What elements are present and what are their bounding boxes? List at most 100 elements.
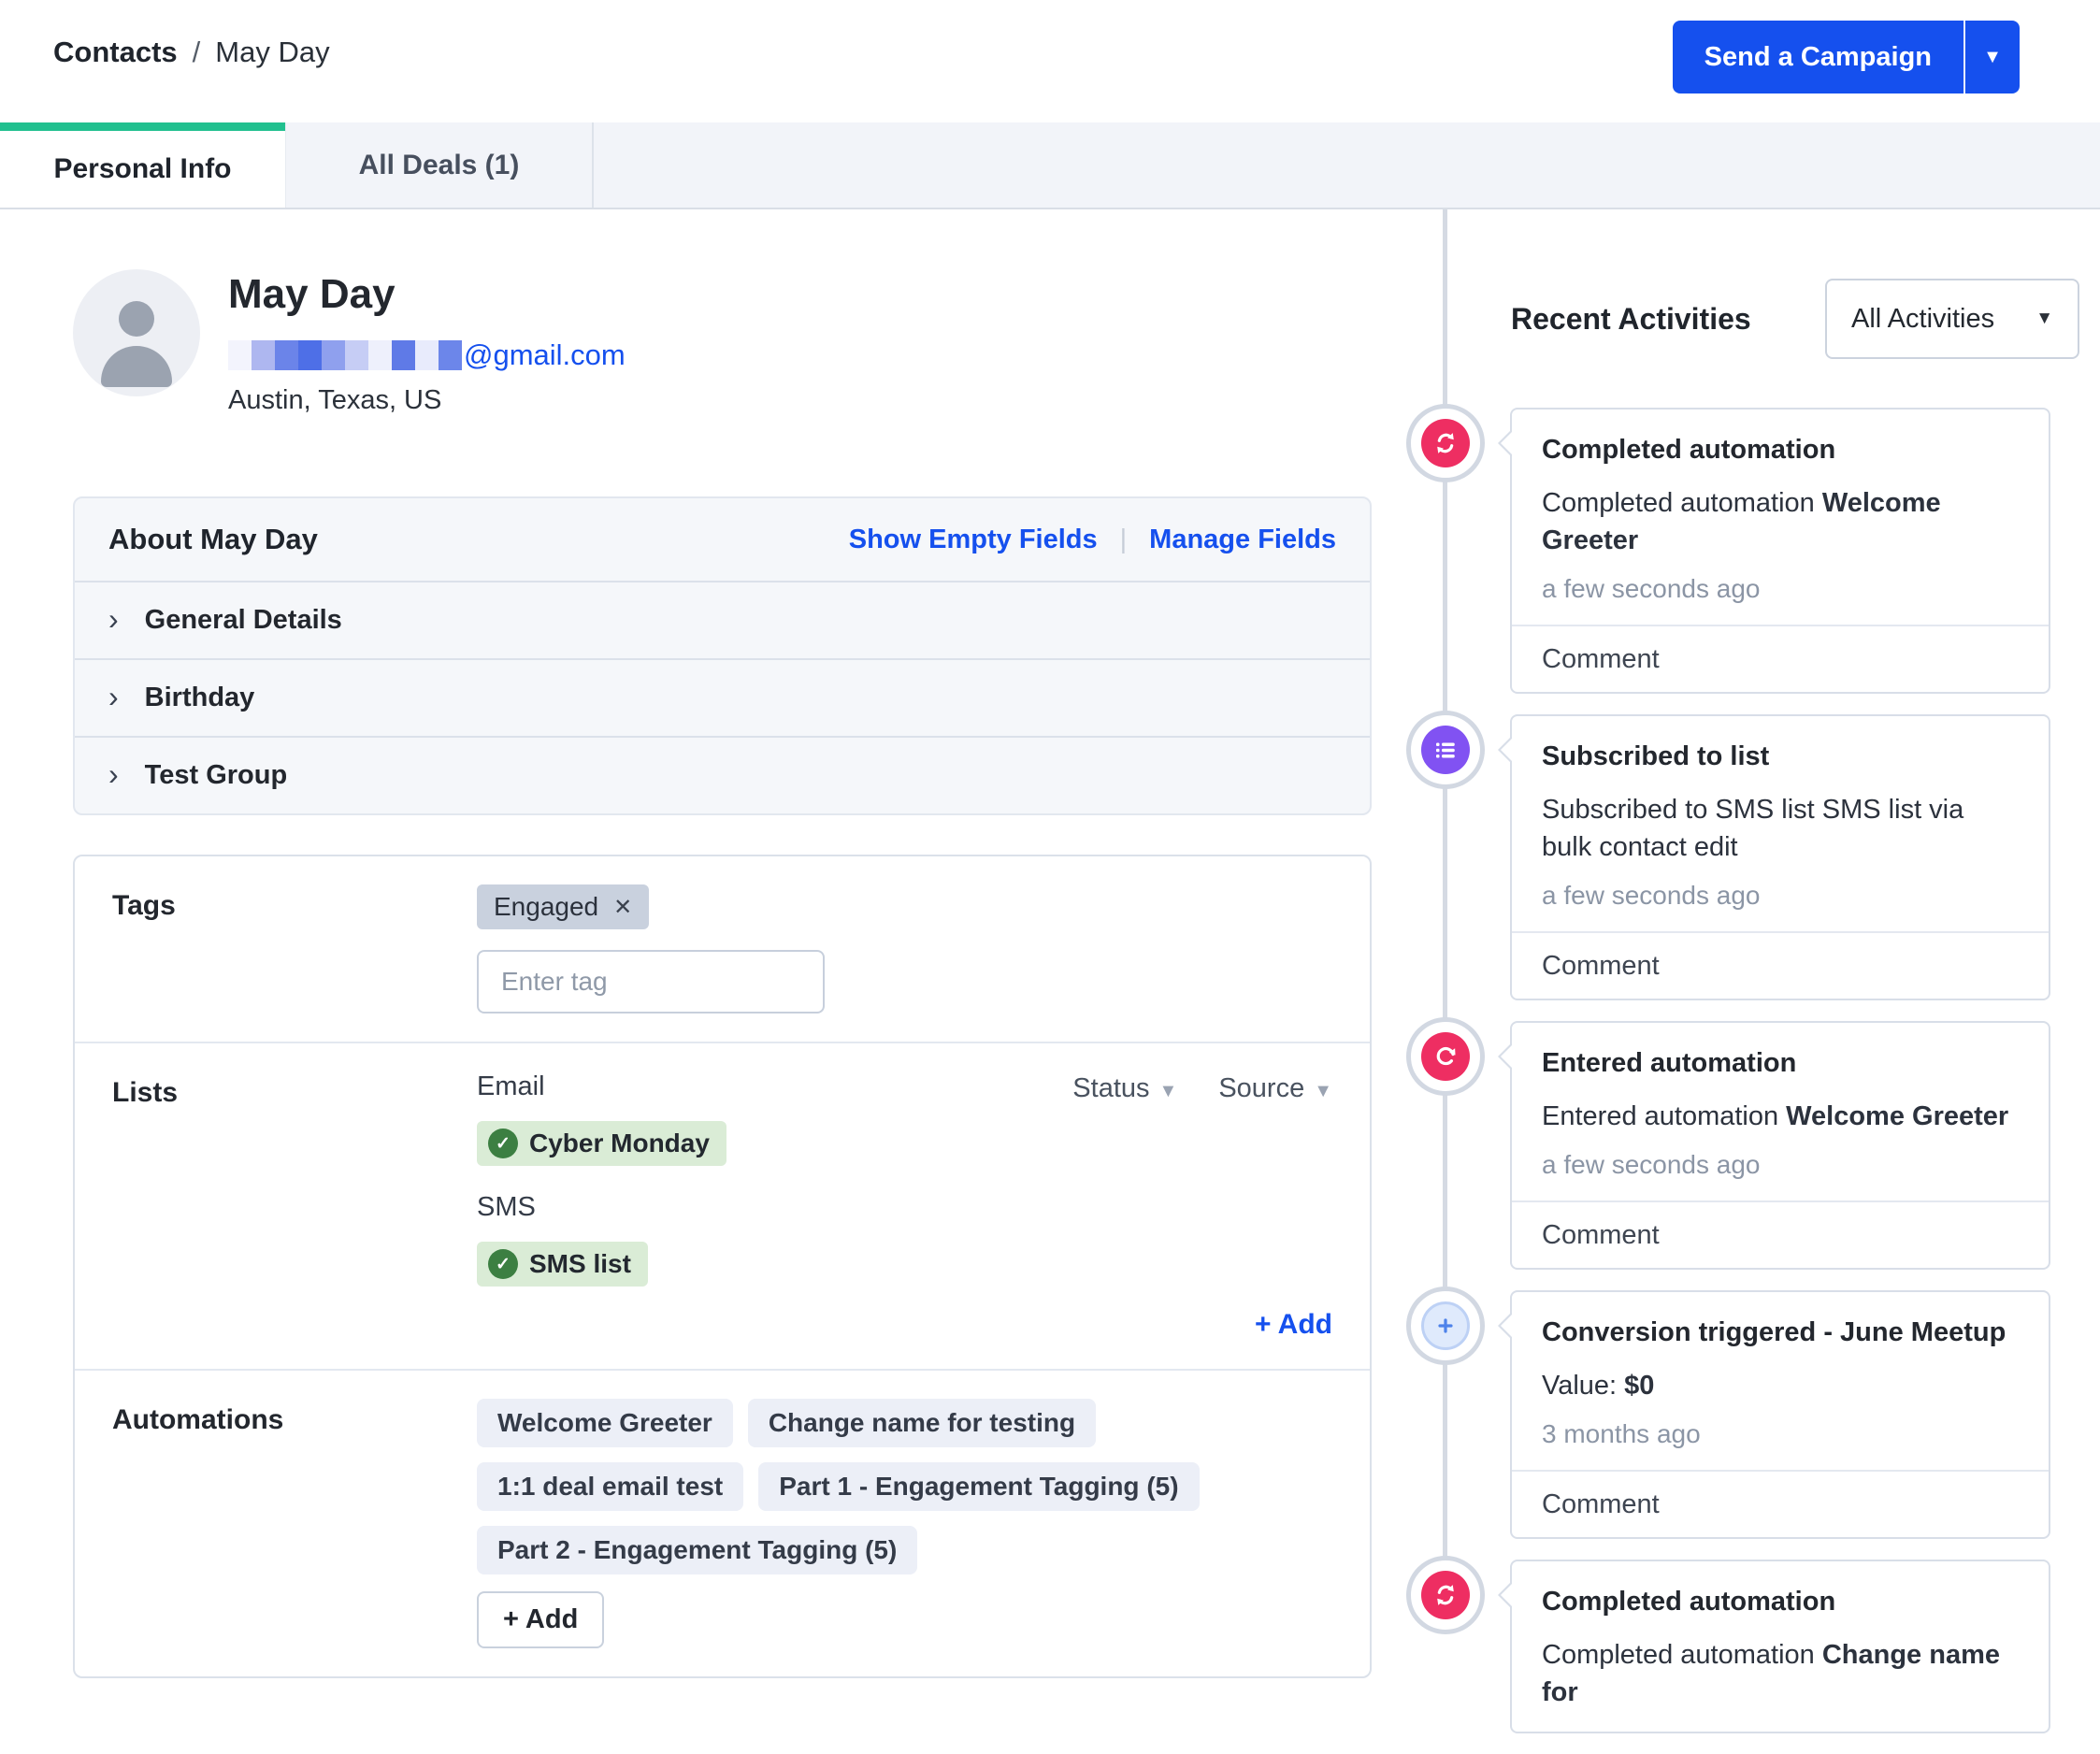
- chevron-right-icon: ›: [108, 759, 119, 789]
- about-card: About May Day Show Empty Fields | Manage…: [73, 496, 1372, 815]
- add-automation-button[interactable]: + Add: [477, 1591, 604, 1648]
- plus-icon: [1421, 1301, 1470, 1350]
- redaction-block: [439, 340, 462, 370]
- avatar: [73, 269, 200, 396]
- status-filter-dropdown[interactable]: Status▼: [1072, 1073, 1177, 1104]
- add-list-link[interactable]: + Add: [1255, 1309, 1332, 1340]
- content-area: May Day @gmail.com Austin, Texas, US Abo…: [0, 209, 2100, 1589]
- activity-icon-ring: [1406, 1556, 1485, 1634]
- activity-timestamp: a few seconds ago: [1542, 1150, 2019, 1180]
- card-notch: [1498, 1582, 1511, 1608]
- activity-item: Completed automation Completed automation…: [1406, 408, 2081, 694]
- activity-card: Completed automation Completed automation…: [1510, 408, 2050, 694]
- remove-tag-icon[interactable]: ✕: [613, 894, 632, 921]
- tab-personal-info[interactable]: Personal Info: [0, 122, 285, 208]
- source-filter-dropdown[interactable]: Source▼: [1218, 1073, 1332, 1104]
- list-badge-row: ✓Cyber Monday: [477, 1121, 1332, 1166]
- activity-item: Subscribed to list Subscribed to SMS list…: [1406, 714, 2081, 1000]
- lists-filters: Status▼ Source▼: [1072, 1073, 1332, 1104]
- tag-input[interactable]: [477, 950, 825, 1014]
- automation-chip[interactable]: Change name for testing: [748, 1399, 1096, 1447]
- comment-button[interactable]: Comment: [1512, 1470, 2049, 1537]
- list-badge-label: SMS list: [529, 1249, 631, 1279]
- automation-chip[interactable]: Part 2 - Engagement Tagging (5): [477, 1526, 917, 1574]
- list-channel-label: SMS: [477, 1192, 1332, 1223]
- activity-description: Subscribed to SMS list SMS list via bulk…: [1542, 791, 2019, 866]
- page-header: Contacts / May Day Send a Campaign ▼: [0, 0, 2100, 122]
- about-section-label: General Details: [145, 605, 342, 636]
- about-section-label: Test Group: [145, 760, 288, 791]
- card-notch: [1498, 1043, 1511, 1070]
- redaction-block: [345, 340, 368, 370]
- manage-fields-link[interactable]: Manage Fields: [1149, 525, 1336, 555]
- about-section-test-group[interactable]: › Test Group: [75, 736, 1370, 813]
- tag-chip[interactable]: Engaged ✕: [477, 884, 649, 929]
- tags-row: Tags Engaged ✕: [75, 856, 1370, 1042]
- activity-timestamp: 3 months ago: [1542, 1419, 2019, 1449]
- activity-icon-ring: [1406, 404, 1485, 482]
- lists-row: Lists Status▼ Source▼ Email✓Cyber Monday…: [75, 1042, 1370, 1369]
- activity-description: Entered automation Welcome Greeter: [1542, 1098, 2019, 1135]
- redacted-email-blur: [228, 340, 462, 370]
- comment-button[interactable]: Comment: [1512, 1200, 2049, 1268]
- send-campaign-button[interactable]: Send a Campaign: [1673, 21, 1963, 93]
- redaction-block: [275, 340, 298, 370]
- activity-title: Conversion triggered - June Meetup: [1542, 1316, 2019, 1348]
- redaction-block: [298, 340, 322, 370]
- send-campaign-split-button: Send a Campaign ▼: [1673, 21, 2020, 93]
- send-campaign-dropdown-button[interactable]: ▼: [1963, 21, 2020, 93]
- card-notch: [1498, 737, 1511, 763]
- chevron-right-icon: ›: [108, 604, 119, 634]
- activity-card: Entered automation Entered automation Wel…: [1510, 1021, 2050, 1270]
- sync-icon: [1421, 1571, 1470, 1619]
- contact-name: May Day: [228, 271, 626, 318]
- automation-chip[interactable]: Part 1 - Engagement Tagging (5): [758, 1462, 1199, 1511]
- enter-icon: [1421, 1032, 1470, 1081]
- automations-row: Automations Welcome Greeter Change name f…: [75, 1369, 1370, 1676]
- recent-activities-panel: Recent Activities All Activities ▼ Compl…: [1406, 209, 2081, 1754]
- breadcrumb-separator: /: [193, 36, 201, 69]
- show-empty-fields-link[interactable]: Show Empty Fields: [849, 525, 1098, 555]
- contact-attributes-card: Tags Engaged ✕ Lists Status▼ Source▼ Emai…: [73, 855, 1372, 1678]
- about-title: About May Day: [108, 523, 318, 556]
- activity-icon-ring: [1406, 1017, 1485, 1096]
- breadcrumb-contacts[interactable]: Contacts: [53, 36, 178, 69]
- about-section-label: Birthday: [145, 683, 255, 713]
- about-section-birthday[interactable]: ›Birthday: [75, 658, 1370, 736]
- breadcrumb: Contacts / May Day: [53, 36, 330, 69]
- activities-filter-dropdown[interactable]: All Activities ▼: [1825, 279, 2079, 359]
- activity-icon-ring: [1406, 711, 1485, 789]
- about-section-general-details[interactable]: › General Details: [75, 581, 1370, 658]
- activity-title: Completed automation: [1542, 434, 2019, 466]
- tab-all-deals[interactable]: All Deals (1): [285, 122, 594, 208]
- activity-description: Completed automation Welcome Greeter: [1542, 484, 2019, 559]
- email-domain[interactable]: @gmail.com: [464, 338, 626, 372]
- list-badge[interactable]: ✓SMS list: [477, 1242, 648, 1287]
- contact-email[interactable]: @gmail.com: [228, 338, 626, 372]
- redaction-block: [322, 340, 345, 370]
- chevron-down-icon: ▼: [1159, 1081, 1178, 1101]
- activity-card: Conversion triggered - June MeetupValue:…: [1510, 1290, 2050, 1539]
- activity-item: Conversion triggered - June MeetupValue:…: [1406, 1290, 2081, 1539]
- sync-icon: [1421, 419, 1470, 467]
- list-icon: [1421, 726, 1470, 774]
- list-badge[interactable]: ✓Cyber Monday: [477, 1121, 726, 1166]
- person-icon: [119, 301, 154, 337]
- check-icon: ✓: [488, 1129, 518, 1158]
- activity-title: Entered automation: [1542, 1047, 2019, 1079]
- automation-chip[interactable]: 1:1 deal email test: [477, 1462, 743, 1511]
- activity-description: Completed automation Change name for: [1542, 1636, 2019, 1711]
- tags-label: Tags: [112, 884, 477, 1014]
- chevron-down-icon: ▼: [1314, 1081, 1332, 1101]
- activity-timestamp: a few seconds ago: [1542, 574, 2019, 604]
- comment-button[interactable]: Comment: [1512, 625, 2049, 692]
- activity-title: Completed automation: [1542, 1586, 2019, 1617]
- breadcrumb-current-contact: May Day: [215, 36, 329, 69]
- activity-icon-ring: [1406, 1287, 1485, 1365]
- tag-chip-label: Engaged: [494, 892, 598, 922]
- activity-title: Subscribed to list: [1542, 740, 2019, 772]
- comment-button[interactable]: Comment: [1512, 931, 2049, 999]
- chevron-down-icon: ▼: [2035, 309, 2053, 329]
- automation-chip[interactable]: Welcome Greeter: [477, 1399, 733, 1447]
- automations-label: Automations: [112, 1399, 477, 1648]
